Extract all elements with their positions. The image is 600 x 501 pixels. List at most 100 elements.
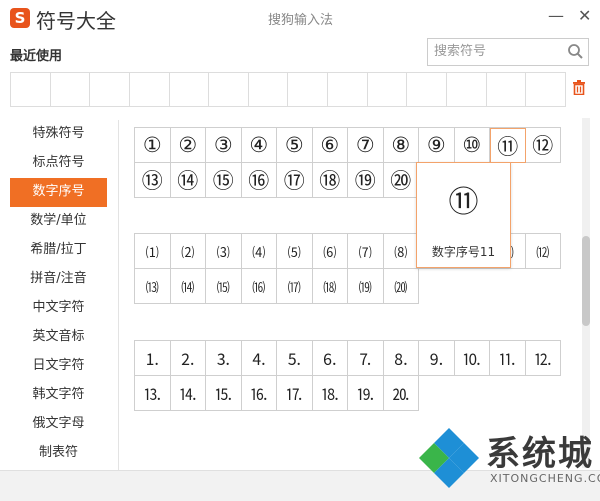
- sidebar-item[interactable]: 日文字符: [10, 352, 107, 381]
- sidebar-item[interactable]: 特殊符号: [10, 120, 107, 149]
- search-box[interactable]: [427, 38, 589, 66]
- symbol-cell[interactable]: ⑮: [206, 163, 242, 198]
- recent-symbol-slot[interactable]: [249, 73, 289, 106]
- symbol-cell[interactable]: ⒌: [277, 341, 313, 376]
- app-title: 符号大全: [36, 9, 116, 33]
- symbol-cell[interactable]: ⒚: [348, 376, 384, 411]
- search-icon[interactable]: [567, 43, 584, 64]
- recent-symbol-slot[interactable]: [407, 73, 448, 106]
- symbol-cell[interactable]: ②: [170, 128, 206, 163]
- recent-symbol-slot[interactable]: [130, 73, 170, 106]
- sidebar-item[interactable]: 希腊/拉丁: [10, 236, 107, 265]
- symbol-cell[interactable]: ①: [135, 128, 171, 163]
- symbol-cell[interactable]: ⒂: [206, 269, 242, 304]
- symbol-cell[interactable]: ⒆: [348, 269, 384, 304]
- symbol-cell[interactable]: ⒛: [383, 376, 419, 411]
- recent-label: 最近使用: [10, 49, 63, 64]
- recent-symbol-slot[interactable]: [51, 73, 91, 106]
- symbol-cell[interactable]: ③: [206, 128, 242, 163]
- symbol-cell[interactable]: ⒏: [383, 341, 419, 376]
- search-input[interactable]: [434, 42, 560, 60]
- symbol-cell[interactable]: ⒉: [170, 341, 206, 376]
- symbol-cell[interactable]: ⒈: [135, 341, 171, 376]
- recent-symbol-slot[interactable]: [90, 73, 130, 106]
- recent-symbol-slot[interactable]: [447, 73, 487, 106]
- recent-symbol-slot[interactable]: [11, 73, 51, 106]
- symbol-cell[interactable]: ⑳: [383, 163, 419, 198]
- symbol-cell[interactable]: ⒋: [241, 341, 277, 376]
- symbol-cell[interactable]: ⑸: [277, 234, 313, 269]
- symbol-cell[interactable]: ⒇: [383, 269, 419, 304]
- symbol-cell[interactable]: ⒀: [135, 269, 171, 304]
- symbol-cell[interactable]: ⑬: [135, 163, 171, 198]
- watermark-logo-icon: [419, 428, 479, 488]
- category-sidebar: 特殊符号 标点符号 数字序号 数学/单位 希腊/拉丁 拼音/注音 中文字符 英文音标 日文字符韩…: [10, 120, 107, 468]
- symbol-cell[interactable]: ⑭: [170, 163, 206, 198]
- recent-symbol-slot[interactable]: [209, 73, 249, 106]
- recent-symbol-slot[interactable]: [170, 73, 210, 106]
- symbol-cell[interactable]: ⑺: [348, 234, 384, 269]
- sidebar-item[interactable]: 拼音/注音: [10, 265, 107, 294]
- symbol-cell[interactable]: ⒐: [419, 341, 455, 376]
- watermark: 系统城 XITONGCHENG.COM: [412, 422, 600, 500]
- symbol-cell[interactable]: ⑧: [383, 128, 419, 163]
- minimize-button[interactable]: —: [548, 6, 564, 25]
- symbol-cell[interactable]: ⒕: [170, 376, 206, 411]
- symbol-cell[interactable]: ⒊: [206, 341, 242, 376]
- symbol-cell[interactable]: ⑲: [348, 163, 384, 198]
- symbol-cell[interactable]: ⑴: [135, 234, 171, 269]
- symbol-cell[interactable]: ⑫: [525, 128, 561, 163]
- symbol-cell[interactable]: ⑵: [170, 234, 206, 269]
- sidebar-item[interactable]: 中文字符: [10, 294, 107, 323]
- symbol-cell[interactable]: ⑰: [277, 163, 313, 198]
- symbol-cell[interactable]: ⒄: [277, 269, 313, 304]
- symbol-cell[interactable]: ⑯: [241, 163, 277, 198]
- recent-symbol-slot[interactable]: [487, 73, 527, 106]
- sidebar-item[interactable]: 俄文字母: [10, 410, 107, 439]
- symbol-cell[interactable]: ⒁: [170, 269, 206, 304]
- sidebar-item[interactable]: 制表符: [10, 439, 107, 468]
- recent-symbol-slot[interactable]: [526, 73, 565, 106]
- symbol-cell[interactable]: ⒍: [312, 341, 348, 376]
- sidebar-divider: [118, 120, 119, 470]
- close-button[interactable]: ✕: [578, 6, 591, 25]
- symbol-cell[interactable]: ⑤: [277, 128, 313, 163]
- symbol-cell[interactable]: ⑩: [454, 128, 490, 163]
- sidebar-item[interactable]: 韩文字符: [10, 381, 107, 410]
- symbol-cell[interactable]: ⑻: [383, 234, 419, 269]
- symbol-cell[interactable]: ⑶: [206, 234, 242, 269]
- symbol-cell[interactable]: ⒙: [312, 376, 348, 411]
- symbol-cell[interactable]: ⒑: [454, 341, 490, 376]
- symbol-cell[interactable]: ⒎: [348, 341, 384, 376]
- symbol-cell[interactable]: ⒘: [277, 376, 313, 411]
- symbol-cell[interactable]: ⒓: [525, 341, 561, 376]
- symbol-cell[interactable]: ⒗: [241, 376, 277, 411]
- symbol-cell[interactable]: ④: [241, 128, 277, 163]
- scrollbar-thumb[interactable]: [582, 236, 590, 326]
- symbol-cell[interactable]: ⒒: [490, 341, 526, 376]
- symbol-cell[interactable]: ⑿: [525, 234, 561, 269]
- watermark-text: 系统城: [486, 434, 594, 474]
- sidebar-item[interactable]: 数字序号: [10, 178, 107, 207]
- symbol-cell[interactable]: ⒔: [135, 376, 171, 411]
- recent-symbol-slot[interactable]: [328, 73, 368, 106]
- sidebar-item[interactable]: 数学/单位: [10, 207, 107, 236]
- symbol-cell[interactable]: ⑷: [241, 234, 277, 269]
- symbol-cell[interactable]: ⑨: [419, 128, 455, 163]
- scrollbar[interactable]: [582, 118, 590, 468]
- sidebar-item[interactable]: 英文音标: [10, 323, 107, 352]
- recent-symbol-slot[interactable]: [368, 73, 408, 106]
- symbol-cell[interactable]: ⒃: [241, 269, 277, 304]
- symbol-cell[interactable]: ⑥: [312, 128, 348, 163]
- symbol-cell[interactable]: ⑹: [312, 234, 348, 269]
- symbol-cell[interactable]: ⑪: [490, 128, 526, 163]
- symbol-cell[interactable]: ⒅: [312, 269, 348, 304]
- recent-symbol-slot[interactable]: [288, 73, 329, 106]
- symbol-cell[interactable]: ⑱: [312, 163, 348, 198]
- symbol-cell[interactable]: ⑦: [348, 128, 384, 163]
- window-caption: 搜狗输入法: [268, 13, 334, 28]
- recent-symbols-strip: [10, 72, 566, 107]
- sidebar-item[interactable]: 标点符号: [10, 149, 107, 178]
- symbol-cell[interactable]: ⒖: [206, 376, 242, 411]
- trash-icon[interactable]: [572, 80, 586, 99]
